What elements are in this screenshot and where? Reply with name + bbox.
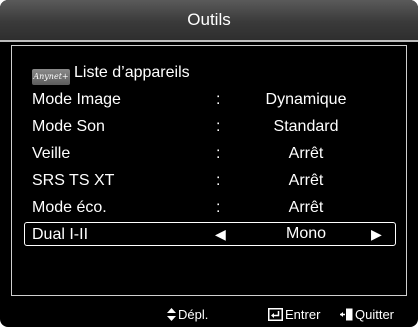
title-divider <box>0 40 418 42</box>
setting-label: SRS TS XT <box>32 172 115 189</box>
move-hint-label: Dépl. <box>178 307 209 322</box>
setting-label: Mode éco. <box>32 199 107 216</box>
enter-return-icon <box>268 308 283 321</box>
tools-osd-menu: Outils Anynet+ Liste d’appareils Mode Ima… <box>0 0 418 327</box>
up-down-arrows-icon <box>167 308 176 321</box>
menu-panel: Anynet+ Liste d’appareils Mode Image : Dy… <box>11 45 407 296</box>
left-arrow-icon[interactable]: ◀ <box>215 223 226 245</box>
setting-value: Arrêt <box>288 199 324 216</box>
setting-value: Standard <box>273 118 339 135</box>
exit-hint: Quitter <box>340 302 394 327</box>
exit-door-icon <box>340 308 353 321</box>
setting-separator: : <box>216 91 221 108</box>
move-hint: Dépl. <box>167 302 208 327</box>
setting-label: Veille <box>32 145 71 162</box>
menu-title: Outils <box>0 0 418 40</box>
menu-item-srs-ts-xt[interactable]: SRS TS XT : Arrêt <box>24 169 396 193</box>
exit-hint-label: Quitter <box>355 307 395 322</box>
menu-item-eco-mode[interactable]: Mode éco. : Arrêt <box>24 196 396 220</box>
menu-item-picture-mode[interactable]: Mode Image : Dynamique <box>24 88 396 112</box>
setting-value: Arrêt <box>288 172 324 189</box>
menu-item-device-list[interactable]: Anynet+ Liste d’appareils <box>24 61 396 85</box>
setting-label: Dual I-II <box>32 226 89 243</box>
anynet-logo: Anynet+ <box>32 69 70 85</box>
device-list-label-group: Anynet+ Liste d’appareils <box>32 61 190 85</box>
setting-label: Mode Son <box>32 118 105 135</box>
setting-value: Mono <box>285 225 327 242</box>
right-arrow-icon[interactable]: ▶ <box>371 223 382 245</box>
setting-value: Dynamique <box>265 91 347 108</box>
menu-item-dual-selected[interactable]: Dual I-II ◀ Mono ▶ <box>24 222 396 246</box>
menu-item-sound-mode[interactable]: Mode Son : Standard <box>24 115 396 139</box>
footer-hints: Dépl. Entrer Quitter <box>0 302 418 327</box>
setting-separator: : <box>216 172 221 189</box>
setting-value: Arrêt <box>288 145 324 162</box>
setting-separator: : <box>216 145 221 162</box>
device-list-label: Liste d’appareils <box>74 64 190 81</box>
setting-separator: : <box>216 118 221 135</box>
enter-hint-label: Entrer <box>285 307 321 322</box>
enter-hint: Entrer <box>268 302 320 327</box>
setting-separator: : <box>216 199 221 216</box>
menu-item-sleep[interactable]: Veille : Arrêt <box>24 142 396 166</box>
setting-label: Mode Image <box>32 91 121 108</box>
